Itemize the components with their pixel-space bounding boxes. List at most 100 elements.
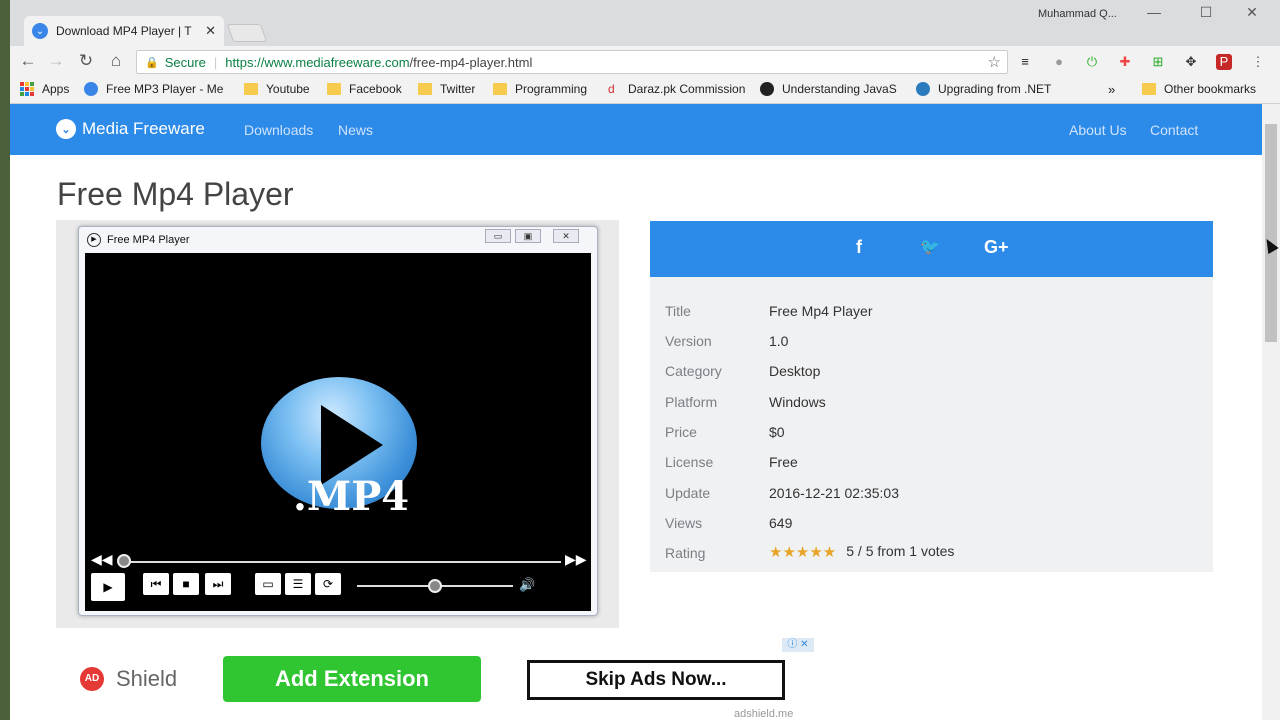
twitter-icon[interactable]: 🐦	[920, 237, 940, 257]
detail-value: Windows	[769, 394, 826, 410]
page-scrollbar[interactable]	[1262, 104, 1280, 720]
daraz-icon: d	[608, 82, 615, 96]
screen-icon[interactable]: ▭	[255, 573, 281, 595]
bookmark-folder[interactable]: Twitter	[418, 82, 475, 96]
move-extension-icon[interactable]: ✥	[1183, 54, 1199, 70]
folder-icon	[244, 83, 258, 95]
power-extension-icon[interactable]: ⏻	[1084, 54, 1100, 70]
bookmark-item[interactable]: Upgrading from .NET	[916, 82, 1058, 96]
skip-ads-button[interactable]: Skip Ads Now...	[527, 660, 785, 700]
home-icon[interactable]: ⌂	[104, 51, 128, 71]
bookmark-item[interactable]: d Daraz.pk Commission	[608, 82, 746, 96]
add-extension-button[interactable]: Add Extension	[223, 656, 481, 702]
rating-stars-icon[interactable]: ★★★★★	[769, 543, 836, 563]
tab-active[interactable]: ⌄ Download MP4 Player | T ✕	[24, 16, 224, 46]
globe-extension-icon[interactable]: ●	[1051, 54, 1067, 70]
secure-label: Secure	[164, 54, 206, 70]
bookmark-label: Twitter	[440, 82, 476, 96]
folder-icon	[493, 83, 507, 95]
detail-row: License Free	[665, 454, 798, 474]
chevron-down-icon: ⌄	[56, 119, 76, 139]
next-icon[interactable]: ⏭	[205, 573, 231, 595]
fast-forward-icon[interactable]: ▶▶	[565, 551, 587, 568]
forward-icon[interactable]: →	[44, 51, 68, 71]
detail-value: $0	[769, 424, 785, 440]
detail-row: Platform Windows	[665, 394, 826, 414]
volume-knob[interactable]	[428, 579, 442, 593]
ad-brand-name: Shield	[116, 666, 178, 691]
rating-row: Rating ★★★★★ 5 / 5 from 1 votes	[665, 543, 954, 563]
brand-logo[interactable]: ⌄ Media Freeware	[56, 119, 205, 139]
back-icon[interactable]: ←	[16, 51, 40, 71]
page-title: Free Mp4 Player	[57, 176, 294, 212]
detail-key: Price	[665, 424, 697, 440]
apps-icon	[20, 82, 34, 96]
nav-link-news[interactable]: News	[338, 122, 373, 138]
play-button[interactable]: ▶	[91, 573, 125, 601]
google-plus-icon[interactable]: G+	[984, 237, 1009, 258]
bookmark-star-icon[interactable]: ☆	[988, 53, 1001, 71]
site-icon	[760, 82, 774, 96]
detail-value: 1.0	[769, 333, 789, 349]
bookmark-folder[interactable]: Youtube	[244, 82, 310, 96]
close-window-icon[interactable]: ✕	[1232, 4, 1272, 21]
bookmark-item[interactable]: Understanding JavaS	[760, 82, 902, 96]
nav-link-downloads[interactable]: Downloads	[244, 122, 313, 138]
speaker-icon[interactable]: 🔊	[519, 577, 535, 593]
maximize-icon[interactable]: ☐	[1186, 4, 1226, 21]
play-icon: ▶	[87, 233, 101, 247]
seek-bar[interactable]	[125, 561, 561, 563]
player-close-icon[interactable]: ✕	[553, 229, 579, 243]
rewind-icon[interactable]: ◀◀	[91, 551, 113, 568]
player-minimize-icon[interactable]: ▭	[485, 229, 511, 243]
folder-icon	[327, 83, 341, 95]
tab-title: Download MP4 Player | T	[56, 24, 192, 38]
pdf-extension-icon[interactable]: P	[1216, 54, 1232, 70]
minimize-icon[interactable]: —	[1134, 4, 1174, 20]
bookmark-folder[interactable]: Facebook	[327, 82, 402, 96]
bookmark-apps[interactable]: Apps	[20, 82, 69, 96]
close-tab-icon[interactable]: ✕	[205, 23, 216, 39]
chevron-down-icon: ⌄	[32, 23, 48, 39]
bookmark-label: Daraz.pk Commission	[628, 82, 746, 96]
puzzle-extension-icon[interactable]: ✚	[1117, 54, 1133, 70]
playlist-icon[interactable]: ☰	[285, 573, 311, 595]
reload-icon[interactable]: ↻	[74, 51, 98, 71]
scrollbar-thumb[interactable]	[1265, 124, 1277, 342]
detail-key: Platform	[665, 394, 718, 410]
detail-key: Title	[665, 303, 691, 319]
detail-value: 2016-12-21 02:35:03	[769, 485, 899, 501]
detail-row: Category Desktop	[665, 363, 820, 383]
more-bookmarks-icon[interactable]: »	[1108, 82, 1115, 97]
detail-value: Free Mp4 Player	[769, 303, 873, 319]
app-screenshot: ▶ Free MP4 Player ▭ ▣ ✕ .MP4 ◀◀ ▶▶ ▶ ⏮ ■	[56, 220, 619, 628]
player-restore-icon[interactable]: ▣	[515, 229, 541, 243]
stop-icon[interactable]: ■	[173, 573, 199, 595]
site-navbar: ⌄ Media Freeware Downloads News About Us…	[10, 104, 1262, 155]
bookmark-folder[interactable]: Programming	[493, 82, 587, 96]
seek-knob[interactable]	[117, 554, 131, 568]
player-title: Free MP4 Player	[107, 234, 190, 246]
repeat-icon[interactable]: ⟳	[315, 573, 341, 595]
lock-icon: 🔒	[145, 56, 159, 69]
nav-link-about[interactable]: About Us	[1069, 122, 1127, 138]
menu-icon[interactable]: ⋮	[1250, 54, 1266, 70]
new-tab-button[interactable]	[226, 24, 268, 42]
toolbar: ← → ↻ ⌂ 🔒 Secure | https://www.mediafree…	[10, 46, 1280, 78]
grid-extension-icon[interactable]: ⊞	[1150, 54, 1166, 70]
bookmark-label: Free MP3 Player - Me	[106, 82, 224, 96]
url-divider: |	[213, 54, 218, 70]
profile-name[interactable]: Muhammad Q...	[1038, 8, 1117, 20]
bookmark-label: Apps	[42, 82, 70, 96]
bookmarks-bar: Apps Free MP3 Player - Me Youtube Facebo…	[10, 78, 1280, 104]
ad-choices-icon[interactable]: ⓘ ✕	[782, 638, 814, 652]
previous-icon[interactable]: ⏮	[143, 573, 169, 595]
address-bar[interactable]: 🔒 Secure | https://www.mediafreeware.com…	[136, 50, 1008, 74]
database-extension-icon[interactable]: ≡	[1017, 54, 1033, 70]
ad-source: adshield.me	[734, 708, 794, 720]
player-titlebar: ▶ Free MP4 Player	[87, 233, 190, 247]
nav-link-contact[interactable]: Contact	[1150, 122, 1198, 138]
bookmark-folder-other[interactable]: Other bookmarks	[1142, 82, 1256, 96]
facebook-icon[interactable]: f	[856, 237, 862, 258]
bookmark-item[interactable]: Free MP3 Player - Me	[84, 82, 232, 96]
